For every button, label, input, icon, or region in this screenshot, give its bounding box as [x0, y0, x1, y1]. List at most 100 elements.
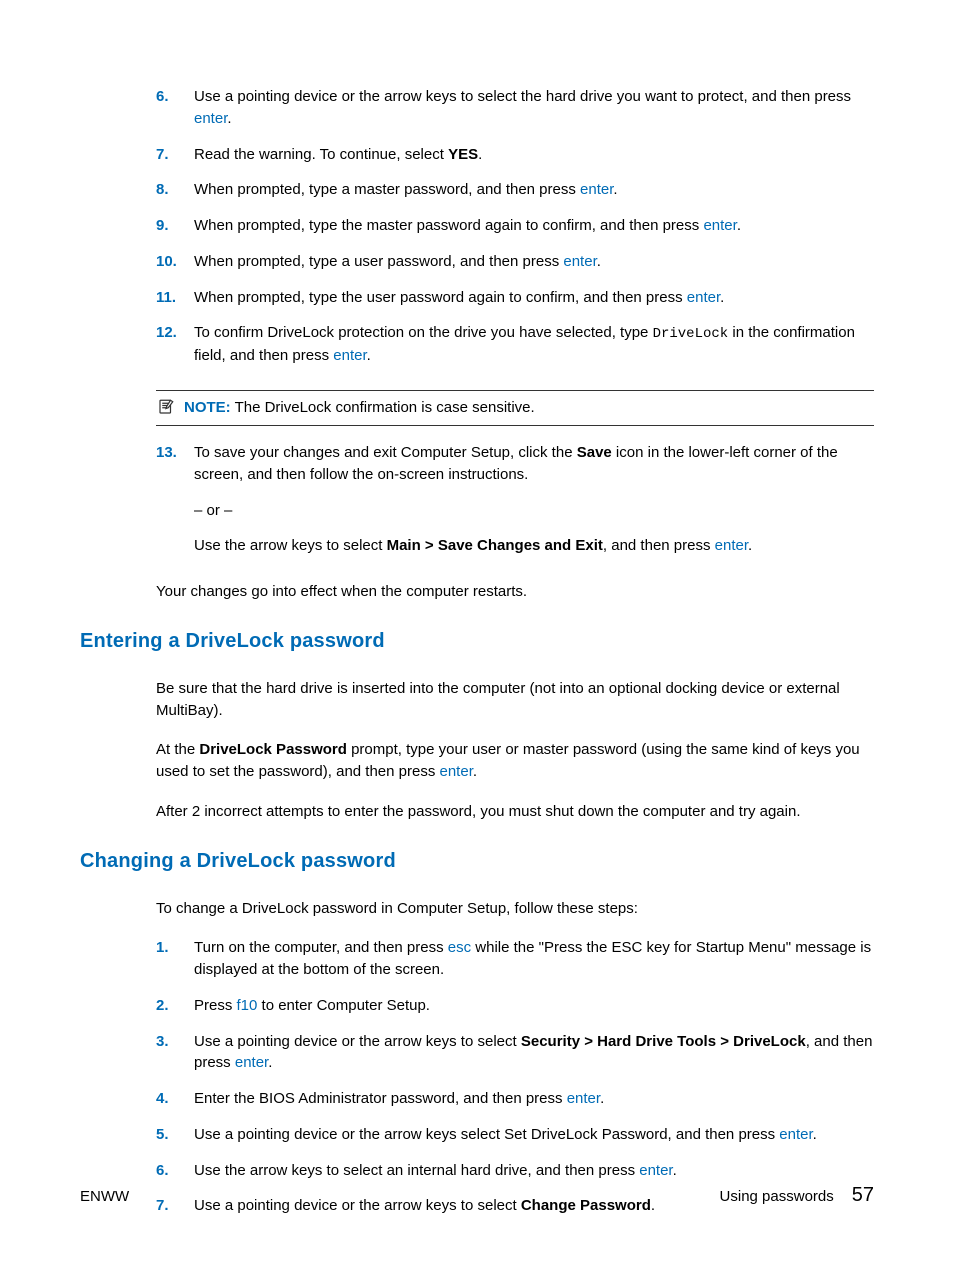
page-footer: ENWW Using passwords 57 [80, 1181, 874, 1210]
heading-entering-drivelock: Entering a DriveLock password [80, 627, 874, 656]
key-enter: enter [567, 1090, 600, 1107]
step-text: Use a pointing device or the arrow keys … [194, 88, 851, 105]
note-box: NOTE: The DriveLock confirmation is case… [156, 390, 874, 426]
step-number: 6. [156, 86, 169, 108]
key-enter: enter [440, 763, 473, 780]
list-item: 4. Enter the BIOS Administrator password… [156, 1088, 874, 1110]
step-number: 11. [156, 287, 176, 309]
step-number: 13. [156, 442, 177, 464]
step-text: . [613, 181, 617, 198]
step-number: 5. [156, 1124, 169, 1146]
page-content: 6. Use a pointing device or the arrow ke… [80, 86, 874, 1217]
bold-text: Save [577, 444, 612, 461]
list-item: 3. Use a pointing device or the arrow ke… [156, 1031, 874, 1075]
step-text: . [597, 253, 601, 270]
list-item: 8. When prompted, type a master password… [156, 179, 874, 201]
step-text: . [813, 1126, 817, 1143]
step-text: . [748, 537, 752, 554]
list-item: 6. Use a pointing device or the arrow ke… [156, 86, 874, 130]
text: . [473, 763, 477, 780]
step-text: Enter the BIOS Administrator password, a… [194, 1090, 567, 1107]
bold-text: Security > Hard Drive Tools > DriveLock [521, 1033, 806, 1050]
text: At the [156, 741, 199, 758]
list-item: 13. To save your changes and exit Comput… [156, 442, 874, 557]
step-number: 12. [156, 322, 177, 344]
body-paragraph: After 2 incorrect attempts to enter the … [156, 801, 874, 823]
step-number: 7. [156, 144, 169, 166]
step-number: 8. [156, 179, 169, 201]
list-item: 5. Use a pointing device or the arrow ke… [156, 1124, 874, 1146]
ordered-list-2: 1. Turn on the computer, and then press … [156, 937, 874, 1217]
key-enter: enter [687, 289, 720, 306]
step-text: Press [194, 997, 237, 1014]
ordered-list-1: 6. Use a pointing device or the arrow ke… [156, 86, 874, 366]
step-alt: Use the arrow keys to select Main > Save… [194, 535, 874, 557]
mono-text: DriveLock [653, 326, 729, 342]
step-text: When prompted, type a user password, and… [194, 253, 563, 270]
note-content: NOTE: The DriveLock confirmation is case… [184, 397, 535, 419]
key-enter: enter [779, 1126, 812, 1143]
step-text: . [673, 1162, 677, 1179]
list-item: 11. When prompted, type the user passwor… [156, 287, 874, 309]
step-number: 9. [156, 215, 169, 237]
step-text: . [720, 289, 724, 306]
step-text: When prompted, type the user password ag… [194, 289, 687, 306]
list-item: 12. To confirm DriveLock protection on t… [156, 322, 874, 366]
step-text: Use a pointing device or the arrow keys … [194, 1033, 521, 1050]
step-text: Turn on the computer, and then press [194, 939, 448, 956]
heading-changing-drivelock: Changing a DriveLock password [80, 847, 874, 876]
step-text: Read the warning. To continue, select [194, 146, 448, 163]
step-text: . [268, 1054, 272, 1071]
step-text: Use the arrow keys to select an internal… [194, 1162, 639, 1179]
key-enter: enter [333, 347, 366, 364]
ordered-list-1-cont: 13. To save your changes and exit Comput… [156, 442, 874, 557]
bold-text: YES [448, 146, 478, 163]
bold-text: DriveLock Password [199, 741, 347, 758]
body-paragraph: Be sure that the hard drive is inserted … [156, 678, 874, 722]
key-enter: enter [563, 253, 596, 270]
list-item: 2. Press f10 to enter Computer Setup. [156, 995, 874, 1017]
key-enter: enter [194, 110, 227, 127]
list-item: 10. When prompted, type a user password,… [156, 251, 874, 273]
step-text: . [600, 1090, 604, 1107]
step-text: Use a pointing device or the arrow keys … [194, 1126, 779, 1143]
list-item: 6. Use the arrow keys to select an inter… [156, 1160, 874, 1182]
step-text: When prompted, type the master password … [194, 217, 703, 234]
step-number: 10. [156, 251, 177, 273]
footer-left: ENWW [80, 1186, 129, 1208]
list-item: 1. Turn on the computer, and then press … [156, 937, 874, 981]
note-container: NOTE: The DriveLock confirmation is case… [156, 390, 874, 426]
step-number: 4. [156, 1088, 169, 1110]
step-text: . [227, 110, 231, 127]
note-icon [156, 398, 176, 416]
step-number: 6. [156, 1160, 169, 1182]
step-text: to enter Computer Setup. [257, 997, 430, 1014]
note-text: The DriveLock confirmation is case sensi… [231, 399, 535, 416]
or-divider: – or – [194, 500, 874, 522]
key-f10: f10 [237, 997, 258, 1014]
step-text: When prompted, type a master password, a… [194, 181, 580, 198]
step-text: . [367, 347, 371, 364]
list-item: 9. When prompted, type the master passwo… [156, 215, 874, 237]
step-text: To save your changes and exit Computer S… [194, 444, 577, 461]
body-paragraph: At the DriveLock Password prompt, type y… [156, 739, 874, 783]
step-text: , and then press [603, 537, 715, 554]
key-enter: enter [715, 537, 748, 554]
body-paragraph: Your changes go into effect when the com… [156, 581, 874, 603]
page-number: 57 [852, 1181, 874, 1210]
step-number: 2. [156, 995, 169, 1017]
step-text: Use the arrow keys to select [194, 537, 387, 554]
key-enter: enter [703, 217, 736, 234]
step-text: . [478, 146, 482, 163]
step-number: 1. [156, 937, 169, 959]
key-enter: enter [639, 1162, 672, 1179]
key-enter: enter [580, 181, 613, 198]
footer-right: Using passwords 57 [720, 1181, 874, 1210]
step-number: 3. [156, 1031, 169, 1053]
list-item: 7. Read the warning. To continue, select… [156, 144, 874, 166]
bold-text: Main > Save Changes and Exit [387, 537, 603, 554]
key-esc: esc [448, 939, 471, 956]
footer-section: Using passwords [720, 1186, 834, 1208]
step-text: . [737, 217, 741, 234]
step-text: To confirm DriveLock protection on the d… [194, 324, 653, 341]
